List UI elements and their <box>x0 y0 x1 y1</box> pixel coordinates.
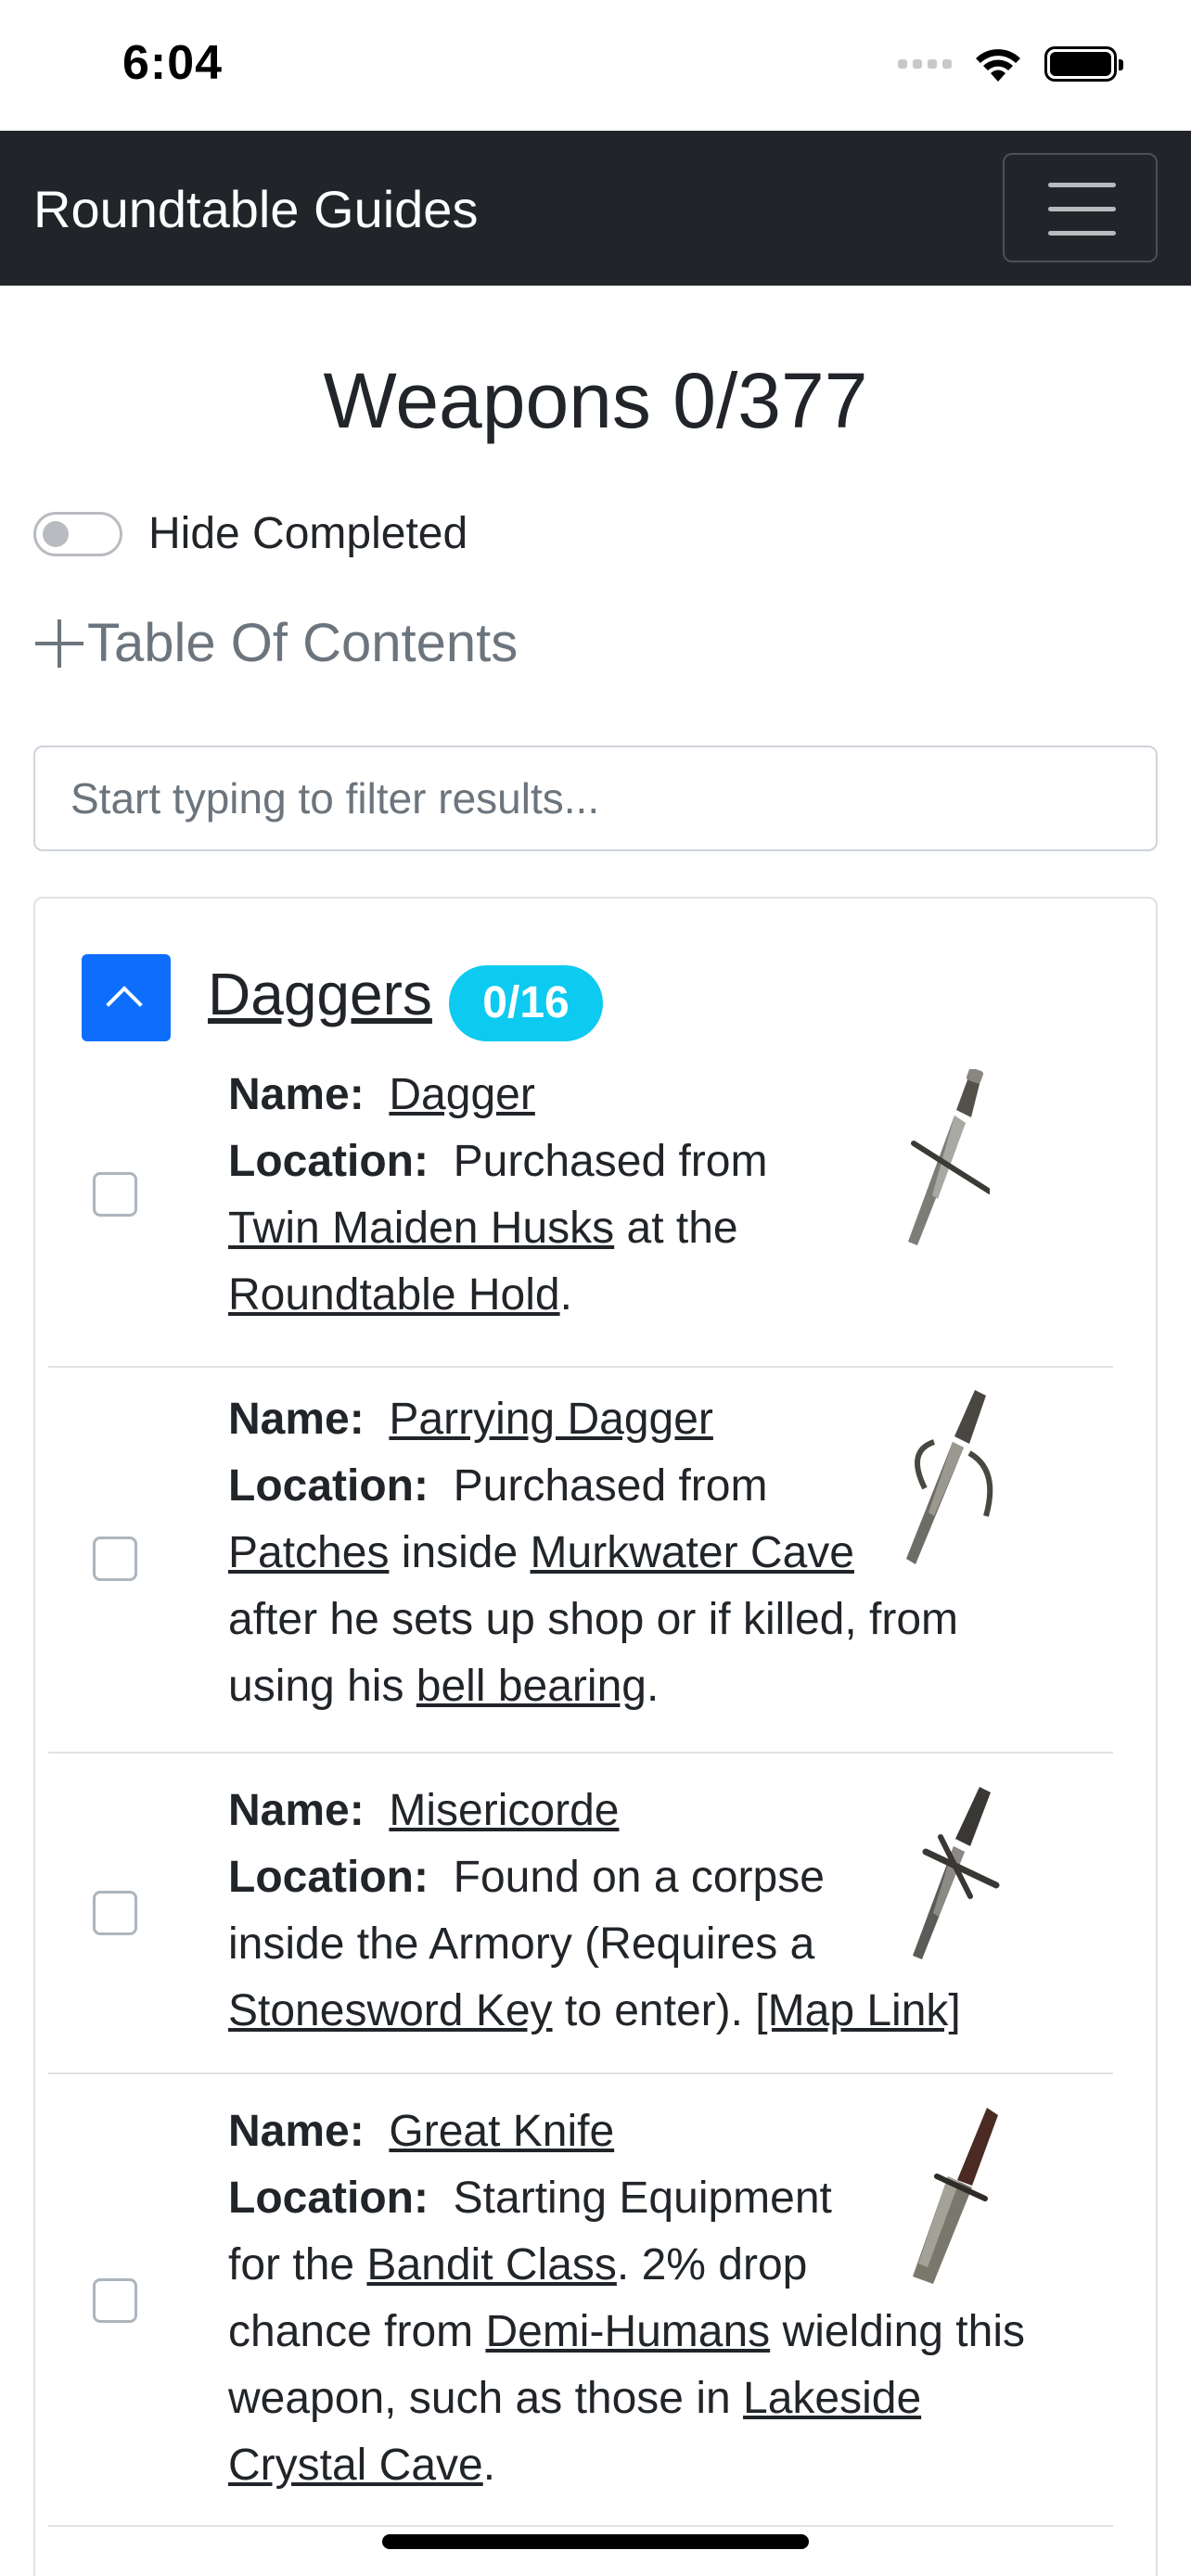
item-checkbox[interactable] <box>93 1537 137 1581</box>
location-link[interactable]: Crystal Cave <box>228 2441 483 2490</box>
item-checkbox[interactable] <box>93 1172 137 1217</box>
dagger-image <box>908 1069 990 1245</box>
home-indicator <box>382 2534 809 2549</box>
stonesword-key-link[interactable]: Stonesword Key <box>228 1986 553 2035</box>
parrying-dagger-image <box>906 1390 993 1564</box>
category-title[interactable]: Daggers <box>208 960 432 1028</box>
hide-completed-switch[interactable] <box>33 511 122 556</box>
item-name-link[interactable]: Great Knife <box>389 2107 614 2156</box>
wifi-icon <box>976 49 1020 82</box>
item-name-link[interactable]: Misericorde <box>389 1786 619 1835</box>
item-name-link[interactable]: Dagger <box>389 1070 534 1119</box>
item-text: Name: Misericorde Location: Found on a c… <box>228 1786 961 2035</box>
status-time: 6:04 <box>122 36 224 90</box>
great-knife-image <box>913 2108 998 2284</box>
category-card-daggers: Daggers 0/16 Name: Dagger Location: Purc… <box>33 897 1158 2576</box>
navbar-brand[interactable]: Roundtable Guides <box>33 179 478 239</box>
item-checkbox[interactable] <box>93 2278 137 2323</box>
category-count-badge: 0/16 <box>449 965 603 1041</box>
item-text: Name: Parrying Dagger Location: Purchase… <box>228 1395 959 1711</box>
item-name-link[interactable]: Parrying Dagger <box>389 1395 713 1444</box>
status-bar: 6:04 <box>0 0 1191 131</box>
navbar: Roundtable Guides <box>0 131 1191 286</box>
location-link[interactable]: Murkwater Cave <box>531 1528 854 1577</box>
location-link[interactable]: Roundtable Hold <box>228 1270 560 1320</box>
cellular-signal-icon <box>898 59 952 69</box>
list-item: Name: Parrying Dagger Location: Purchase… <box>48 1368 1113 1753</box>
item-checkbox[interactable] <box>93 1891 137 1935</box>
plus-icon <box>35 618 83 668</box>
status-icons <box>898 45 1123 83</box>
location-link[interactable]: Lakeside <box>743 2374 921 2423</box>
list-item: Name: Great Knife Location: Starting Equ… <box>48 2074 1113 2527</box>
npc-link[interactable]: Patches <box>228 1528 389 1577</box>
misericorde-image <box>913 1787 1000 1959</box>
chevron-up-icon <box>106 986 143 1023</box>
npc-link[interactable]: Twin Maiden Husks <box>228 1204 614 1253</box>
map-link[interactable]: [Map Link] <box>755 1986 960 2035</box>
hamburger-icon <box>1048 183 1116 187</box>
page-title: Weapons 0/377 <box>323 357 868 444</box>
table-of-contents-toggle[interactable]: Table Of Contents <box>35 612 518 674</box>
bell-bearing-link[interactable]: bell bearing <box>416 1662 647 1711</box>
menu-toggle-button[interactable] <box>1003 153 1158 262</box>
filter-input[interactable] <box>33 746 1158 851</box>
bandit-class-link[interactable]: Bandit Class <box>366 2240 616 2289</box>
collapse-button[interactable] <box>82 954 171 1041</box>
hide-completed-row: Hide Completed <box>33 508 467 559</box>
hide-completed-label[interactable]: Hide Completed <box>148 508 467 559</box>
item-text: Name: Dagger Location: Purchased from Tw… <box>228 1070 768 1320</box>
demi-humans-link[interactable]: Demi-Humans <box>485 2307 770 2356</box>
list-item: Name: Dagger Location: Purchased from Tw… <box>48 1052 1113 1368</box>
battery-icon <box>1044 46 1123 82</box>
list-item: Name: Misericorde Location: Found on a c… <box>48 1753 1113 2074</box>
toc-label: Table Of Contents <box>87 613 519 673</box>
